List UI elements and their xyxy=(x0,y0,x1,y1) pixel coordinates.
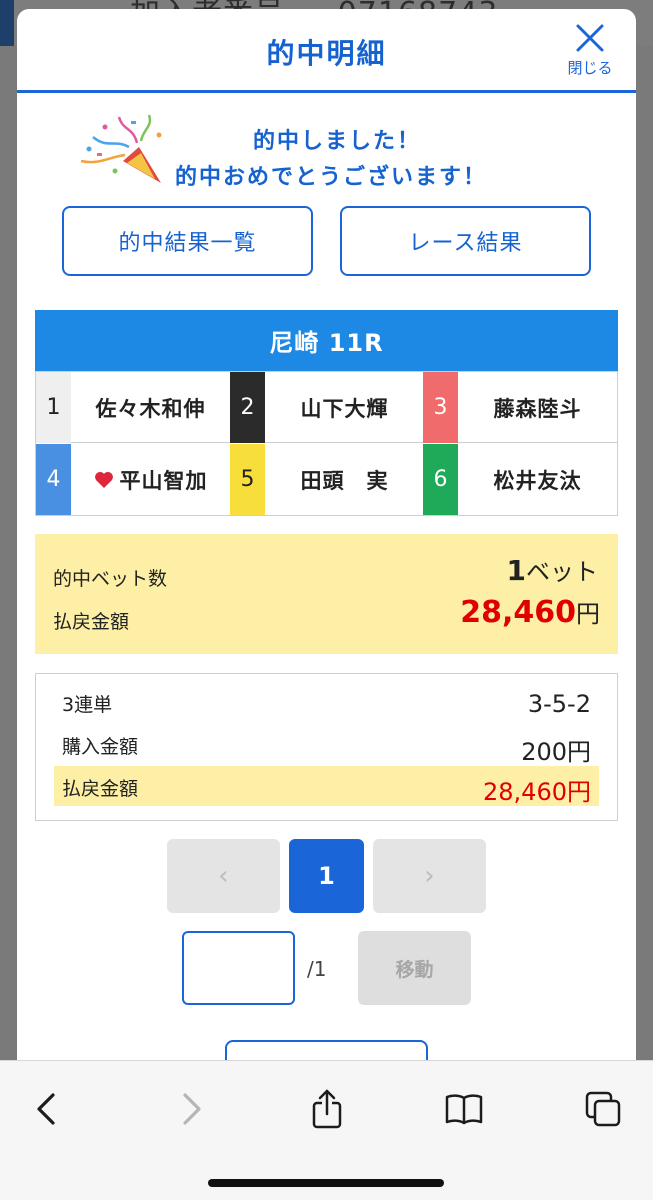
hit-results-button[interactable]: 的中結果一覧 xyxy=(62,206,313,276)
detail-payout-amount: 28,460円 xyxy=(483,778,591,806)
purchase-amount: 200円 xyxy=(521,738,591,766)
payout-total-value: 28,460 xyxy=(460,595,576,630)
racer-cell: 2 山下大輝 xyxy=(230,372,424,443)
racer-row: 4 平山智加 5 田頭 実 6 松井友汰 xyxy=(36,444,617,515)
racer-name: 田頭 実 xyxy=(265,444,424,515)
next-page-button[interactable]: › xyxy=(373,839,486,913)
bet-detail: 3連単 3-5-2 購入金額 200円 払戻金額 28,460円 xyxy=(35,673,618,821)
page-jump-button[interactable]: 移動 xyxy=(358,931,471,1005)
hit-detail-modal: 的中明細 閉じる 的中しました！ 的中おめでとうございます！ 的中結果一覧 レー… xyxy=(17,9,636,1069)
race-title: 尼崎 11R xyxy=(35,310,618,371)
bets-count: 1ベット xyxy=(507,552,598,587)
purchase-label: 購入金額 xyxy=(62,736,139,758)
page-total: /1 xyxy=(307,957,327,981)
racer-name-text: 平山智加 xyxy=(119,468,208,493)
tabs-icon[interactable] xyxy=(583,1089,623,1129)
close-label: 閉じる xyxy=(567,59,613,77)
payout-total-unit: 円 xyxy=(576,600,600,628)
modal-title: 的中明細 xyxy=(266,37,387,70)
congrats-message: 的中しました！ xyxy=(253,129,422,154)
page-jump-input[interactable] xyxy=(182,931,295,1005)
racer-cell: 3 藤森陸斗 xyxy=(423,372,617,443)
browser-toolbar xyxy=(0,1060,653,1200)
congrats-submessage: 的中おめでとうございます！ xyxy=(175,165,488,190)
racer-name: 藤森陸斗 xyxy=(458,372,617,443)
payout-label: 払戻金額 xyxy=(53,611,130,633)
bet-type: 3連単 xyxy=(62,694,113,716)
bookmarks-icon[interactable] xyxy=(444,1089,484,1129)
racer-name: 松井友汰 xyxy=(458,444,617,515)
racer-cell: 1 佐々木和伸 xyxy=(36,372,230,443)
modal-header: 的中明細 閉じる xyxy=(17,9,636,93)
home-indicator xyxy=(208,1179,444,1187)
racer-number: 1 xyxy=(36,372,71,443)
racer-cell: 6 松井友汰 xyxy=(423,444,617,515)
party-popper-icon xyxy=(80,114,162,183)
racer-cell: 4 平山智加 xyxy=(36,444,230,515)
chevron-left-icon: ‹ xyxy=(218,861,229,891)
racer-number: 4 xyxy=(36,444,71,515)
racer-name-text: 山下大輝 xyxy=(300,396,389,421)
racer-name-text: 松井友汰 xyxy=(493,468,582,493)
congrats-section: 的中しました！ 的中おめでとうございます！ xyxy=(17,93,636,190)
bets-count-value: 1 xyxy=(506,554,526,587)
racer-name: 平山智加 xyxy=(71,444,230,515)
heart-icon xyxy=(94,471,113,488)
racer-cell: 5 田頭 実 xyxy=(230,444,424,515)
racer-row: 1 佐々木和伸 2 山下大輝 3 藤森陸斗 xyxy=(36,372,617,443)
payout-total: 28,460円 xyxy=(460,594,600,630)
hit-summary: 的中ベット数 1ベット 払戻金額 28,460円 xyxy=(35,534,618,654)
forward-icon[interactable] xyxy=(170,1089,210,1129)
racer-table: 1 佐々木和伸 2 山下大輝 3 藤森陸斗 4 平山智加 5 田頭 実 6 松井… xyxy=(35,371,618,516)
racer-name-text: 佐々木和伸 xyxy=(95,396,206,421)
racer-number: 3 xyxy=(423,372,458,443)
racer-number: 2 xyxy=(230,372,265,443)
close-button[interactable]: 閉じる xyxy=(562,23,618,83)
racer-name-text: 藤森陸斗 xyxy=(493,396,582,421)
chevron-right-icon: › xyxy=(424,861,435,891)
background-stripe xyxy=(0,0,14,46)
prev-page-button[interactable]: ‹ xyxy=(167,839,280,913)
race-results-button[interactable]: レース結果 xyxy=(340,206,591,276)
racer-number: 6 xyxy=(423,444,458,515)
bets-count-unit: ベット xyxy=(526,558,598,586)
current-page-button[interactable]: 1 xyxy=(289,839,364,913)
racer-name: 山下大輝 xyxy=(265,372,424,443)
share-icon[interactable] xyxy=(307,1089,347,1129)
back-icon[interactable] xyxy=(28,1089,68,1129)
racer-number: 5 xyxy=(230,444,265,515)
racer-name-text: 田頭 実 xyxy=(300,468,389,493)
detail-payout-label: 払戻金額 xyxy=(62,778,139,800)
bet-combination: 3-5-2 xyxy=(527,690,591,718)
racer-name: 佐々木和伸 xyxy=(71,372,230,443)
close-icon xyxy=(576,24,604,52)
bets-label: 的中ベット数 xyxy=(53,568,168,590)
